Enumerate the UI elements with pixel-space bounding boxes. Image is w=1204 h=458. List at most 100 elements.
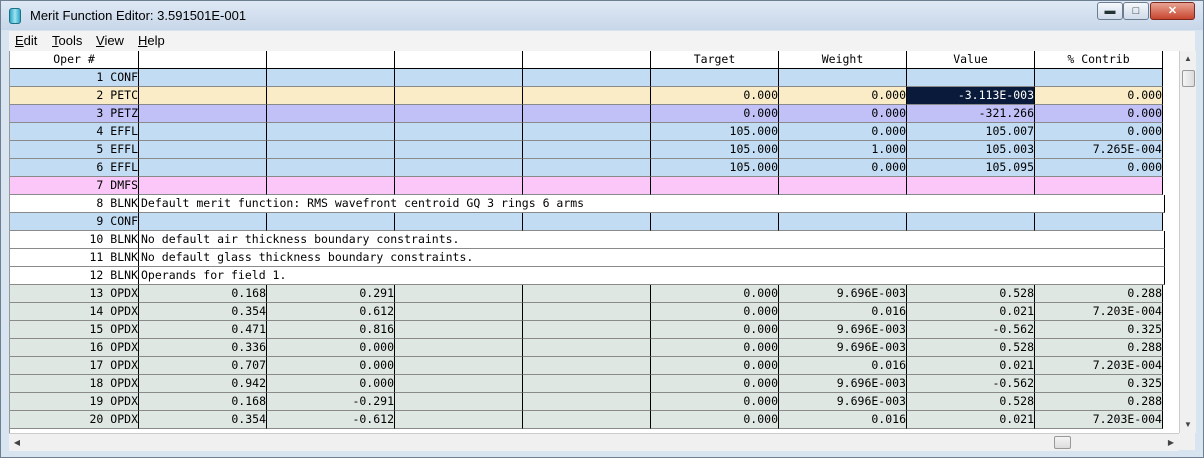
col-1-cell[interactable] [139,69,267,87]
target-cell[interactable]: 0.000 [651,87,779,105]
operand-row[interactable]: 4 EFFL 105.000 0.000 105.007 0.000 [10,123,1163,141]
close-button[interactable]: ✕ [1150,2,1195,20]
target-cell[interactable]: 105.000 [651,159,779,177]
target-cell[interactable] [651,69,779,87]
contrib-cell[interactable]: 0.000 [1035,105,1163,123]
header-col-1[interactable] [139,51,267,69]
col-2-cell[interactable] [267,69,395,87]
col-4-cell[interactable] [523,69,651,87]
operand-row[interactable]: 5 EFFL 105.000 1.000 105.003 7.265E-004 [10,141,1163,159]
vertical-scroll-thumb[interactable] [1182,70,1195,87]
weight-cell[interactable]: 0.000 [779,123,907,141]
col-3-cell[interactable] [395,393,523,411]
target-cell[interactable]: 0.000 [651,285,779,303]
weight-cell[interactable]: 9.696E-003 [779,321,907,339]
operand-type-cell[interactable]: 19 OPDX [10,393,139,411]
contrib-cell[interactable]: 0.000 [1035,159,1163,177]
col-2-cell[interactable] [267,105,395,123]
comment-cell[interactable]: No default glass thickness boundary cons… [139,249,1165,267]
col-1-cell[interactable]: 0.354 [139,303,267,321]
value-cell[interactable]: -0.562 [907,321,1035,339]
weight-cell[interactable]: 0.016 [779,357,907,375]
operand-type-cell[interactable]: 9 CONF [10,213,139,231]
col-4-cell[interactable] [523,159,651,177]
col-3-cell[interactable] [395,303,523,321]
operand-row[interactable]: 7 DMFS [10,177,1163,195]
operand-row[interactable]: 6 EFFL 105.000 0.000 105.095 0.000 [10,159,1163,177]
operand-row[interactable]: 1 CONF [10,69,1163,87]
contrib-cell[interactable]: 0.288 [1035,285,1163,303]
target-cell[interactable]: 0.000 [651,321,779,339]
contrib-cell[interactable]: 7.203E-004 [1035,357,1163,375]
value-cell[interactable]: 105.095 [907,159,1035,177]
col-4-cell[interactable] [523,339,651,357]
value-cell[interactable]: 105.007 [907,123,1035,141]
target-cell[interactable] [651,213,779,231]
vertical-scrollbar[interactable]: ▲ ▼ [1179,51,1196,433]
target-cell[interactable]: 0.000 [651,105,779,123]
col-1-cell[interactable] [139,87,267,105]
contrib-cell[interactable]: 0.325 [1035,375,1163,393]
operand-row[interactable]: 14 OPDX 0.354 0.612 0.000 0.016 0.021 7.203E-0… [10,303,1163,321]
col-1-cell[interactable] [139,159,267,177]
operand-row[interactable]: 18 OPDX 0.942 0.000 0.000 9.696E-003 -0.562 0.… [10,375,1163,393]
operand-row[interactable]: 12 BLNK Operands for field 1. [10,267,1165,285]
col-1-cell[interactable]: 0.168 [139,393,267,411]
target-cell[interactable]: 0.000 [651,339,779,357]
col-3-cell[interactable] [395,177,523,195]
header-col-3[interactable] [395,51,523,69]
header-contrib[interactable]: % Contrib [1035,51,1163,69]
contrib-cell[interactable]: 0.000 [1035,87,1163,105]
value-cell[interactable]: -0.562 [907,375,1035,393]
col-1-cell[interactable] [139,177,267,195]
weight-cell[interactable] [779,69,907,87]
col-3-cell[interactable] [395,375,523,393]
operand-type-cell[interactable]: 8 BLNK [10,195,139,213]
col-4-cell[interactable] [523,393,651,411]
operand-row[interactable]: 3 PETZ 0.000 0.000 -321.266 0.000 [10,105,1163,123]
col-3-cell[interactable] [395,123,523,141]
contrib-cell[interactable]: 0.000 [1035,123,1163,141]
value-cell[interactable]: 0.528 [907,393,1035,411]
header-col-2[interactable] [267,51,395,69]
contrib-cell[interactable]: 0.288 [1035,393,1163,411]
contrib-cell[interactable] [1035,69,1163,87]
operand-type-cell[interactable]: 17 OPDX [10,357,139,375]
operand-type-cell[interactable]: 13 OPDX [10,285,139,303]
menu-help[interactable]: Help [138,33,165,48]
col-3-cell[interactable] [395,411,523,429]
col-2-cell[interactable]: 0.000 [267,357,395,375]
value-cell[interactable]: 0.021 [907,411,1035,429]
col-4-cell[interactable] [523,303,651,321]
comment-cell[interactable]: Operands for field 1. [139,267,1165,285]
col-4-cell[interactable] [523,87,651,105]
header-oper[interactable]: Oper # [10,51,139,69]
horizontal-scroll-thumb[interactable] [1054,436,1071,449]
col-4-cell[interactable] [523,411,651,429]
weight-cell[interactable] [779,177,907,195]
value-cell[interactable]: 105.003 [907,141,1035,159]
header-col-4[interactable] [523,51,651,69]
col-1-cell[interactable] [139,213,267,231]
operand-type-cell[interactable]: 12 BLNK [10,267,139,285]
col-4-cell[interactable] [523,375,651,393]
col-4-cell[interactable] [523,141,651,159]
target-cell[interactable]: 0.000 [651,303,779,321]
operand-type-cell[interactable]: 6 EFFL [10,159,139,177]
header-value[interactable]: Value [907,51,1035,69]
col-2-cell[interactable] [267,87,395,105]
operand-row[interactable]: 13 OPDX 0.168 0.291 0.000 9.696E-003 0.528 0.2… [10,285,1163,303]
col-3-cell[interactable] [395,357,523,375]
title-bar[interactable]: Merit Function Editor: 3.591501E-001 ▬ □… [1,1,1203,30]
maximize-button[interactable]: □ [1123,2,1149,20]
operand-type-cell[interactable]: 3 PETZ [10,105,139,123]
operand-row[interactable]: 16 OPDX 0.336 0.000 0.000 9.696E-003 0.528 0.2… [10,339,1163,357]
target-cell[interactable]: 0.000 [651,411,779,429]
menu-edit[interactable]: Edit [15,33,37,48]
operand-type-cell[interactable]: 2 PETC [10,87,139,105]
contrib-cell[interactable]: 7.203E-004 [1035,303,1163,321]
operand-row[interactable]: 2 PETC 0.000 0.000 -3.113E-003 0.000 [10,87,1163,105]
operand-row[interactable]: 20 OPDX 0.354 -0.612 0.000 0.016 0.021 7.203E-… [10,411,1163,429]
target-cell[interactable]: 105.000 [651,141,779,159]
operand-row[interactable]: 15 OPDX 0.471 0.816 0.000 9.696E-003 -0.562 0.… [10,321,1163,339]
